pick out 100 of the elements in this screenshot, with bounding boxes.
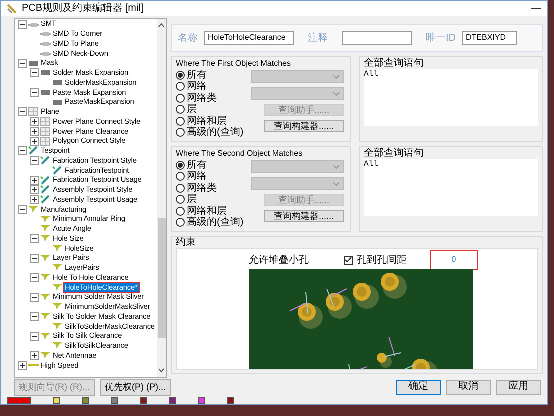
button[interactable]: 确定 — [396, 380, 441, 395]
radio-label: 层 — [187, 103, 197, 116]
layer-color-icon[interactable] — [7, 396, 31, 404]
radio-button[interactable] — [176, 218, 185, 228]
funnel-icon — [40, 312, 51, 322]
probe-icon — [52, 166, 63, 175]
probe-icon — [40, 185, 51, 194]
funnel-icon — [40, 351, 51, 360]
collapse-icon[interactable] — [30, 156, 39, 166]
caret-icon — [333, 92, 340, 96]
radio-button[interactable] — [176, 82, 185, 92]
layer-color-icon[interactable] — [82, 396, 89, 404]
comment-label: 注释 — [308, 32, 328, 46]
radio-button[interactable] — [176, 94, 185, 103]
radio-button[interactable] — [176, 70, 185, 80]
expand-icon[interactable] — [18, 360, 27, 370]
probe-icon — [40, 195, 51, 204]
radio-label: 所有 — [187, 68, 207, 81]
collapse-icon[interactable] — [18, 204, 27, 214]
collapse-icon[interactable] — [30, 292, 39, 302]
component-icon — [40, 39, 51, 48]
expand-icon[interactable] — [30, 185, 39, 194]
expand-icon[interactable] — [30, 351, 39, 360]
funnel-icon — [52, 302, 63, 312]
funnel-icon — [40, 254, 51, 263]
funnel-icon — [52, 322, 63, 331]
scroll-up-icon[interactable] — [158, 23, 165, 28]
scrollbar-thumb[interactable] — [158, 218, 166, 338]
radio-label: 网络和层 — [187, 114, 227, 127]
query-button[interactable]: 查询构建器...... — [264, 120, 344, 132]
radio-label: 网络 — [187, 80, 207, 93]
expand-icon[interactable] — [30, 176, 39, 185]
grid-icon — [40, 136, 51, 146]
radio-label: 网络类 — [187, 182, 217, 194]
button[interactable]: 取消 — [446, 380, 491, 395]
funnel-icon — [52, 282, 63, 292]
funnel-icon — [52, 244, 63, 253]
radio-button[interactable] — [176, 172, 185, 182]
expand-icon[interactable] — [30, 126, 39, 136]
radio-button[interactable] — [176, 105, 185, 114]
probe-icon — [40, 156, 51, 166]
checkbox[interactable] — [344, 256, 353, 265]
radio-button[interactable] — [176, 128, 185, 138]
radio-label: 高级的(查询) — [187, 125, 244, 140]
unique-id-field[interactable]: DTEBXIYD — [462, 31, 517, 46]
grid-icon — [40, 126, 51, 136]
layer-icon — [40, 68, 51, 78]
funnel-icon — [52, 341, 63, 350]
collapse-icon[interactable] — [18, 107, 27, 116]
collapse-icon[interactable] — [30, 88, 39, 97]
layer-color-icon[interactable] — [111, 396, 118, 404]
collapse-icon[interactable] — [30, 68, 39, 78]
collapse-icon[interactable] — [18, 146, 27, 156]
expand-icon[interactable] — [30, 117, 39, 126]
button[interactable]: 优先权(P) (P)... — [100, 378, 171, 396]
button[interactable]: 应用 — [496, 380, 541, 395]
collapse-icon[interactable] — [18, 58, 27, 68]
radio-button[interactable] — [176, 184, 185, 193]
option-label: 允许堆叠小孔 — [249, 254, 310, 268]
layer-color-icon[interactable] — [227, 396, 234, 404]
collapse-icon[interactable] — [30, 254, 39, 263]
radio-button[interactable] — [176, 160, 185, 170]
radio-label: 所有 — [187, 158, 207, 171]
expand-icon[interactable] — [30, 195, 39, 204]
caret-icon — [333, 182, 340, 186]
funnel-icon — [40, 292, 51, 302]
expand-icon[interactable] — [30, 136, 39, 146]
radio-label: 层 — [187, 193, 197, 206]
layer-icon — [28, 58, 39, 68]
collapse-icon[interactable] — [18, 20, 27, 29]
funnel-icon — [40, 224, 51, 234]
query-button[interactable]: 查询构建器...... — [264, 210, 344, 222]
layer-color-icon[interactable] — [140, 396, 147, 404]
layer-color-icon[interactable] — [169, 396, 176, 404]
checkbox-label: 孔到孔间距 — [357, 254, 408, 268]
collapse-icon[interactable] — [30, 312, 39, 322]
collapse-icon[interactable] — [30, 273, 39, 282]
funnel-icon — [40, 214, 51, 224]
radio-button[interactable] — [176, 116, 185, 126]
radio-button[interactable] — [176, 206, 185, 216]
app-icon — [7, 4, 17, 14]
name-label: 名称 — [178, 32, 198, 46]
query-text: All — [364, 159, 380, 172]
funnel-icon — [40, 273, 51, 282]
check-icon — [345, 257, 352, 264]
layer-color-icon[interactable] — [53, 396, 60, 404]
grid-icon — [28, 107, 39, 116]
radio-button[interactable] — [176, 195, 185, 204]
caret-icon — [333, 74, 340, 79]
minimize-icon[interactable] — [531, 8, 541, 10]
radio-label: 网络类 — [187, 92, 217, 104]
comment-field[interactable] — [342, 31, 412, 46]
layer-color-icon[interactable] — [198, 396, 205, 404]
funnel-icon — [40, 332, 51, 341]
collapse-icon[interactable] — [30, 234, 39, 244]
scroll-down-icon[interactable] — [158, 368, 165, 374]
name-field[interactable]: HoleToHoleClearance — [204, 31, 294, 46]
collapse-icon[interactable] — [30, 332, 39, 341]
group-title: Where The Second Object Matches — [176, 148, 304, 160]
funnel-icon — [52, 263, 63, 272]
